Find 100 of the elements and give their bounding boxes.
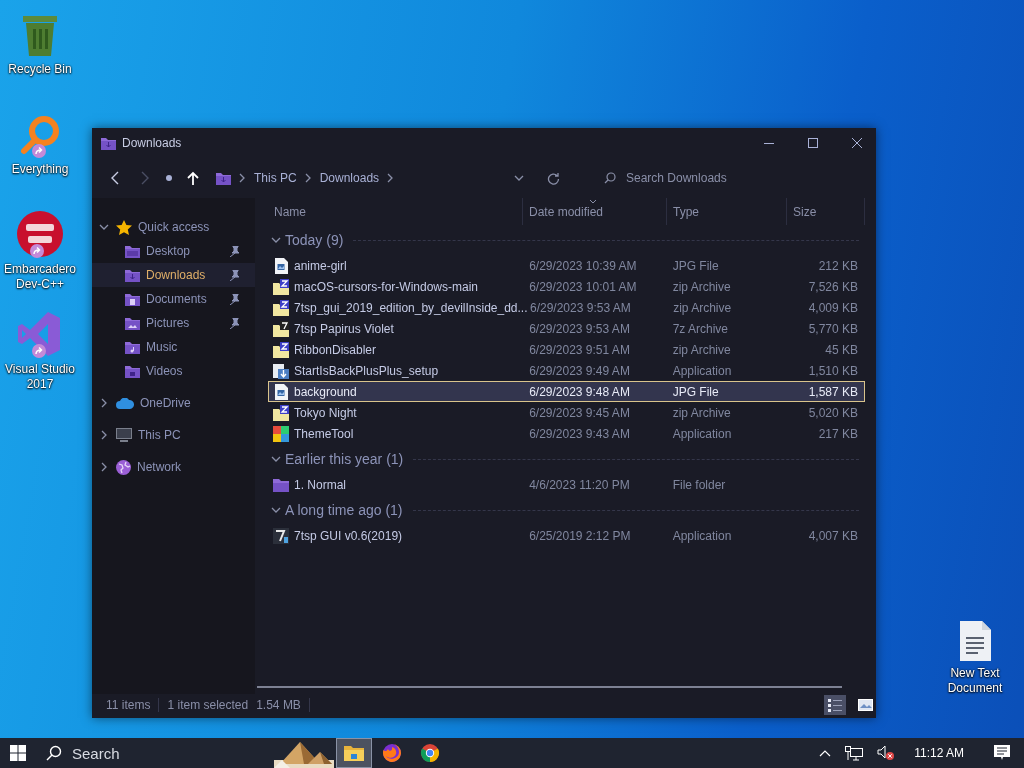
maximize-icon — [808, 138, 818, 148]
selection-size: 1.54 MB — [256, 698, 301, 712]
monitor-icon — [116, 428, 132, 442]
globe-icon — [116, 459, 131, 475]
item-count: 11 items — [106, 698, 151, 712]
horizontal-scrollbar[interactable] — [257, 686, 842, 688]
group-header[interactable]: Today (9) — [268, 225, 865, 255]
dot-icon — [166, 175, 172, 181]
sidebar-item[interactable]: Music — [92, 335, 255, 359]
chevron-down-icon — [271, 506, 281, 514]
file-row[interactable]: background 6/29/2023 9:48 AM JPG File 1,587 KB — [268, 381, 865, 402]
image-file-icon — [274, 383, 288, 400]
sidebar-item[interactable]: Desktop — [92, 239, 255, 263]
column-header[interactable]: Type — [667, 198, 787, 225]
date-cell-text: 6/25/2019 2:12 PM — [528, 528, 632, 543]
sidebar-item[interactable]: Videos — [92, 359, 255, 383]
minimize-icon — [764, 142, 774, 144]
search-field[interactable]: Search Downloads — [626, 171, 806, 185]
folder-icon — [125, 364, 140, 378]
file-row[interactable]: 7tsp GUI v0.6(2019) 6/25/2019 2:12 PM Application 4,007 KB — [268, 525, 865, 546]
taskbar-app-button[interactable] — [336, 738, 372, 768]
details-view-button[interactable] — [824, 695, 846, 715]
size-cell: 5,020 KB — [808, 405, 858, 420]
folder-icon — [125, 340, 140, 354]
cloud-icon — [116, 397, 134, 409]
zip-archive-icon — [273, 341, 289, 358]
type-cell-text: zip Archive — [671, 405, 732, 420]
fox-globe-icon — [382, 743, 402, 763]
type-cell-text: Application — [671, 426, 733, 441]
sidebar-item[interactable]: This PC — [92, 423, 255, 447]
file-row[interactable]: RibbonDisabler 6/29/2023 9:51 AM zip Archive 45 KB — [268, 339, 865, 360]
group-header[interactable]: A long time ago (1) — [268, 495, 865, 525]
folder-icon — [125, 244, 140, 258]
chevron-down-icon — [271, 455, 281, 463]
folder-icon — [125, 292, 140, 306]
type-cell-text: Application — [671, 528, 733, 543]
zip-archive-icon — [273, 278, 289, 295]
size-cell: 45 KB — [825, 342, 858, 357]
expand-chevron-icon — [100, 462, 108, 472]
sidebar-item[interactable]: Quick access — [92, 215, 255, 239]
folder-icon — [344, 745, 364, 761]
window-title: Downloads — [122, 136, 183, 150]
sidebar-item[interactable]: Network — [92, 455, 255, 479]
text-document-icon — [958, 620, 992, 662]
clock[interactable]: 11:12 AM — [906, 746, 972, 760]
type-cell-text: 7z Archive — [671, 321, 729, 336]
file-name: RibbonDisabler — [294, 342, 377, 357]
installer-icon — [273, 362, 289, 379]
size-cell: 7,526 KB — [808, 279, 858, 294]
app-icon — [273, 527, 289, 544]
file-row[interactable]: 7tsp Papirus Violet 6/29/2023 9:53 AM 7z Archive 5,770 KB — [268, 318, 865, 339]
column-header[interactable]: Date modified — [523, 198, 667, 225]
breadcrumb-item[interactable]: This PC — [254, 171, 297, 185]
address-bar[interactable]: This PC Downloads — [210, 165, 524, 191]
file-name: 7tsp_gui_2019_edition_by_devilInside_dd... — [294, 300, 528, 315]
size-cell: 1,510 KB — [808, 363, 858, 378]
sidebar-item[interactable]: Downloads — [92, 263, 255, 287]
date-cell-text: 6/29/2023 9:51 AM — [528, 342, 631, 357]
file-name: 7tsp Papirus Violet — [294, 321, 394, 336]
sidebar-item[interactable]: Documents — [92, 287, 255, 311]
group-header[interactable]: Earlier this year (1) — [268, 444, 865, 474]
file-row[interactable]: 1. Normal 4/6/2023 11:20 PM File folder — [268, 474, 865, 495]
file-row[interactable]: anime-girl 6/29/2023 10:39 AM JPG File 212 KB — [268, 255, 865, 276]
file-name: background — [294, 384, 357, 399]
column-header[interactable]: Name — [268, 198, 523, 225]
file-row[interactable]: Tokyo Night 6/29/2023 9:45 AM zip Archive 5,020 KB — [268, 402, 865, 423]
type-cell-text: zip Archive — [672, 300, 733, 315]
file-name: anime-girl — [294, 258, 347, 273]
chevron-down-icon — [271, 236, 281, 244]
type-cell-text: zip Archive — [671, 279, 732, 294]
column-header[interactable]: Size — [787, 198, 865, 225]
breadcrumb-item[interactable]: Downloads — [319, 171, 380, 185]
sidebar-item[interactable]: Pictures — [92, 311, 255, 335]
expand-chevron-icon — [99, 223, 109, 231]
taskbar-search-field[interactable]: Search — [72, 744, 212, 762]
network-icon — [845, 745, 864, 761]
date-cell-text: 6/29/2023 9:49 AM — [528, 363, 631, 378]
date-cell-text: 6/29/2023 9:53 AM — [528, 321, 631, 336]
size-cell: 4,009 KB — [808, 300, 858, 315]
file-row[interactable]: ThemeTool 6/29/2023 9:43 AM Application 217 KB — [268, 423, 865, 444]
chevron-right-icon — [387, 173, 395, 183]
caret-up-icon — [819, 749, 832, 757]
chevron-right-icon — [304, 173, 312, 183]
trash-bin-icon — [20, 14, 60, 58]
file-row[interactable]: 7tsp_gui_2019_edition_by_devilInside_dd... 6/29/2023 9:53 AM zip Archive 4,009 KB — [268, 297, 865, 318]
expand-chevron-icon — [100, 398, 108, 408]
zip-archive-icon — [273, 404, 289, 421]
round-badge-icon — [16, 210, 64, 258]
file-name: ThemeTool — [294, 426, 354, 441]
desktop-icon-label[interactable]: New Text Document — [935, 666, 1015, 696]
star-icon — [116, 219, 132, 235]
folder-icon — [125, 316, 140, 330]
folder-icon — [125, 268, 140, 282]
sidebar-item[interactable]: OneDrive — [92, 391, 255, 415]
file-name: StartIsBackPlusPlus_setup — [294, 363, 439, 378]
refresh-icon — [546, 171, 560, 185]
type-cell-text: zip Archive — [671, 342, 732, 357]
color-blocks-icon — [273, 425, 289, 442]
file-row[interactable]: StartIsBackPlusPlus_setup 6/29/2023 9:49 AM Application 1,510 KB — [268, 360, 865, 381]
file-row[interactable]: macOS-cursors-for-Windows-main 6/29/2023 10:01 AM zip Archive 7,526 KB — [268, 276, 865, 297]
